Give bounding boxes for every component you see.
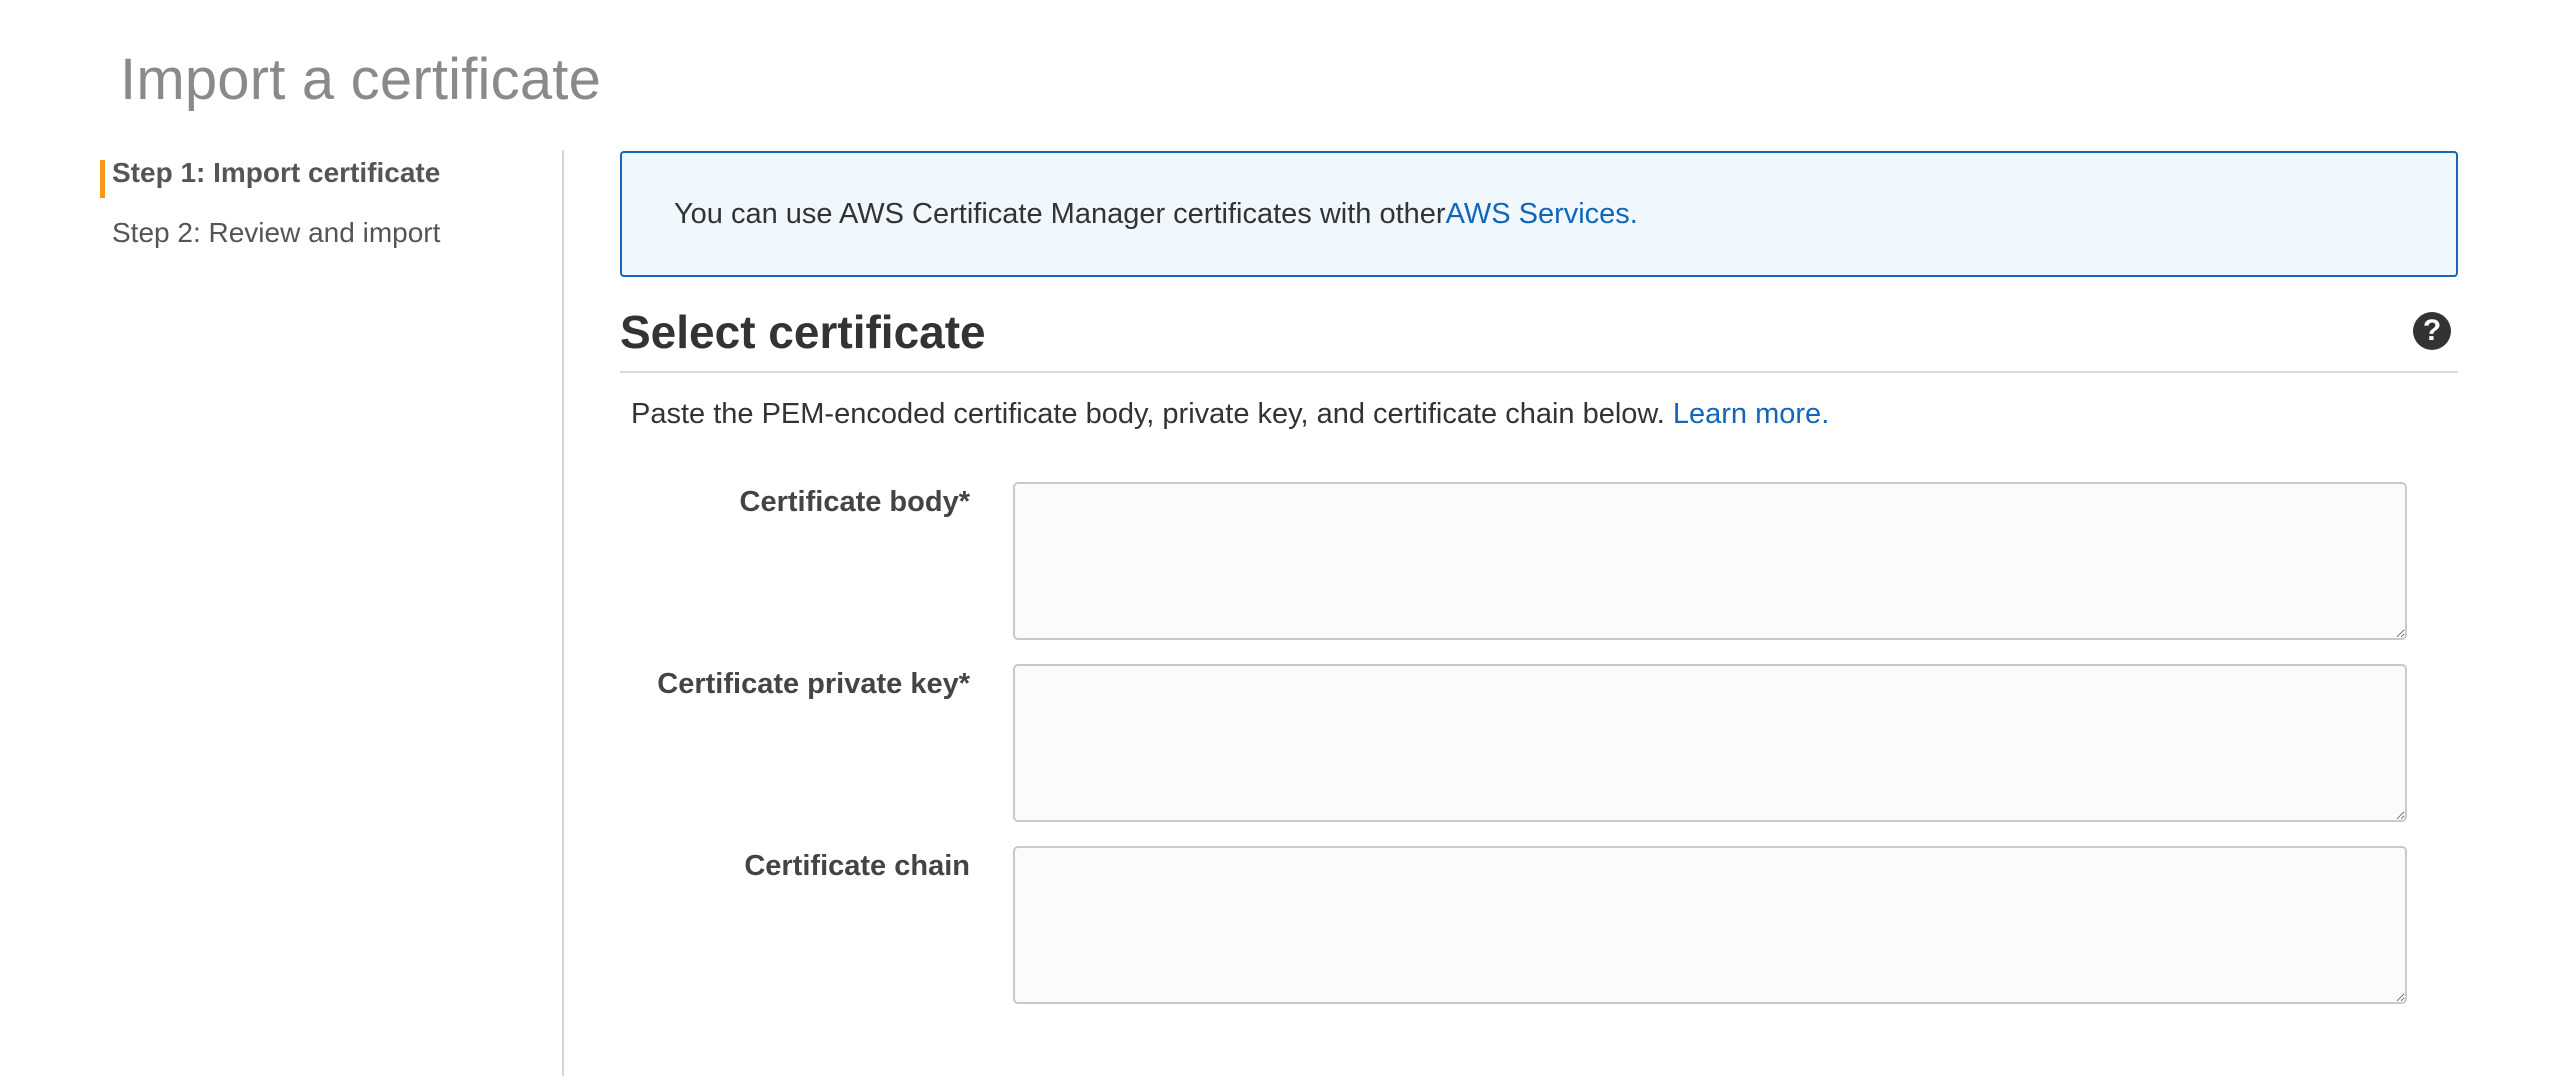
- info-banner: You can use AWS Certificate Manager cert…: [620, 151, 2458, 277]
- step-import-certificate[interactable]: Step 1: Import certificate: [100, 156, 540, 198]
- certificate-body-label: Certificate body*: [739, 486, 970, 518]
- aws-services-link[interactable]: AWS Services.: [1446, 198, 1638, 231]
- certificate-chain-label: Certificate chain: [744, 850, 970, 882]
- section-description: Paste the PEM-encoded certificate body, …: [631, 398, 1829, 431]
- section-title: Select certificate: [620, 306, 986, 358]
- step-review-and-import[interactable]: Step 2: Review and import: [100, 216, 540, 250]
- certificate-body-input[interactable]: [1013, 482, 2407, 640]
- section-description-text: Paste the PEM-encoded certificate body, …: [631, 398, 1673, 430]
- question-circle-icon[interactable]: ?: [2413, 312, 2451, 350]
- certificate-private-key-input[interactable]: [1013, 664, 2407, 822]
- section-divider: [620, 371, 2458, 373]
- info-banner-text: You can use AWS Certificate Manager cert…: [674, 197, 1446, 230]
- learn-more-link[interactable]: Learn more.: [1673, 398, 1829, 430]
- certificate-private-key-label: Certificate private key*: [657, 668, 970, 700]
- nav-divider: [562, 150, 564, 1076]
- wizard-step-nav: Step 1: Import certificate Step 2: Revie…: [100, 156, 540, 250]
- page-title: Import a certificate: [120, 47, 602, 112]
- certificate-chain-input[interactable]: [1013, 846, 2407, 1004]
